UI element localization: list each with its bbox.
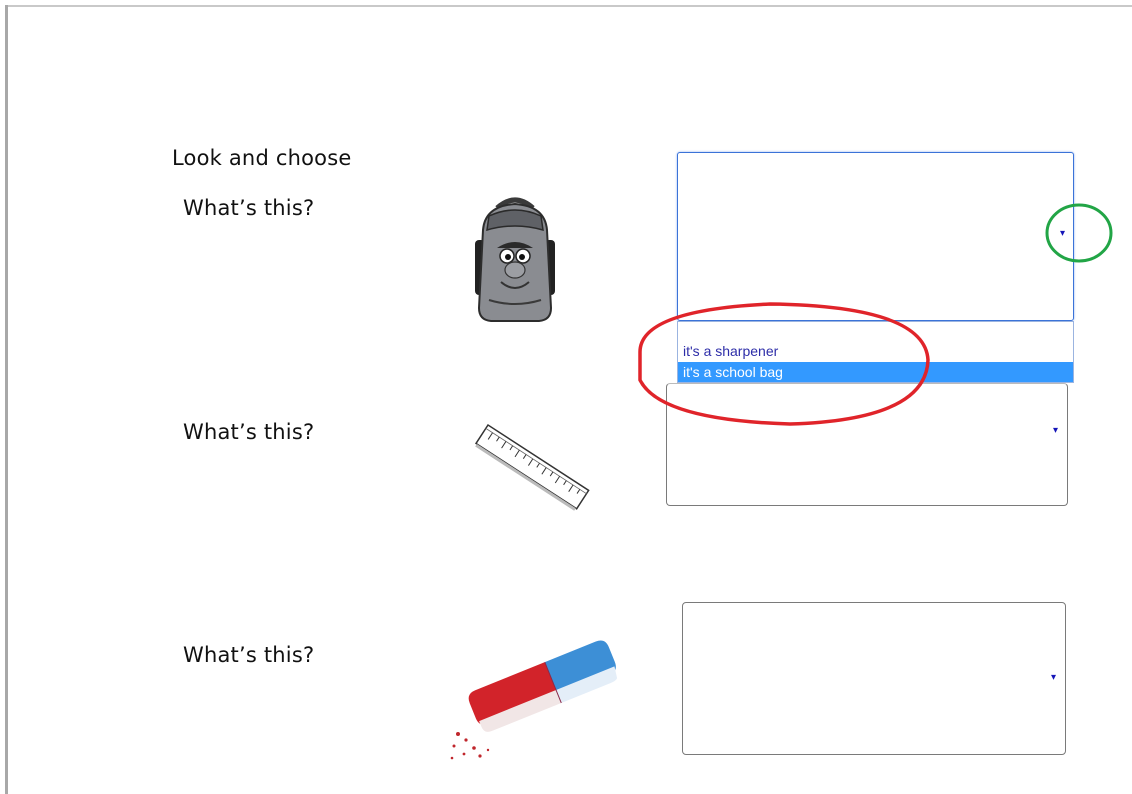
dropdown-arrow-icon[interactable]: ▾ xyxy=(1060,229,1065,239)
ruler-icon xyxy=(474,423,590,511)
page-border-left xyxy=(5,5,8,794)
chevron-down-icon[interactable]: ▾ xyxy=(1053,426,1058,436)
eraser-icon xyxy=(450,640,618,760)
dropdown-option-sharpener[interactable]: it's a sharpener xyxy=(678,341,1073,361)
question-2-label: What’s this? xyxy=(183,420,315,444)
instruction-heading: Look and choose xyxy=(172,146,352,170)
answer-select-1[interactable]: ▾ xyxy=(677,152,1074,321)
question-1-label: What’s this? xyxy=(183,196,315,220)
answer-select-3[interactable]: ▾ xyxy=(682,602,1066,755)
school-bag-icon xyxy=(475,197,555,322)
dropdown-option-empty[interactable] xyxy=(678,322,1073,342)
page-border-top xyxy=(5,5,1132,7)
answer-select-2[interactable]: ▾ xyxy=(666,383,1068,506)
chevron-down-icon[interactable]: ▾ xyxy=(1051,673,1056,683)
dropdown-options-list[interactable]: it's a sharpener it's a school bag xyxy=(677,321,1074,383)
dropdown-option-school-bag[interactable]: it's a school bag xyxy=(678,362,1073,382)
question-3-label: What’s this? xyxy=(183,643,315,667)
